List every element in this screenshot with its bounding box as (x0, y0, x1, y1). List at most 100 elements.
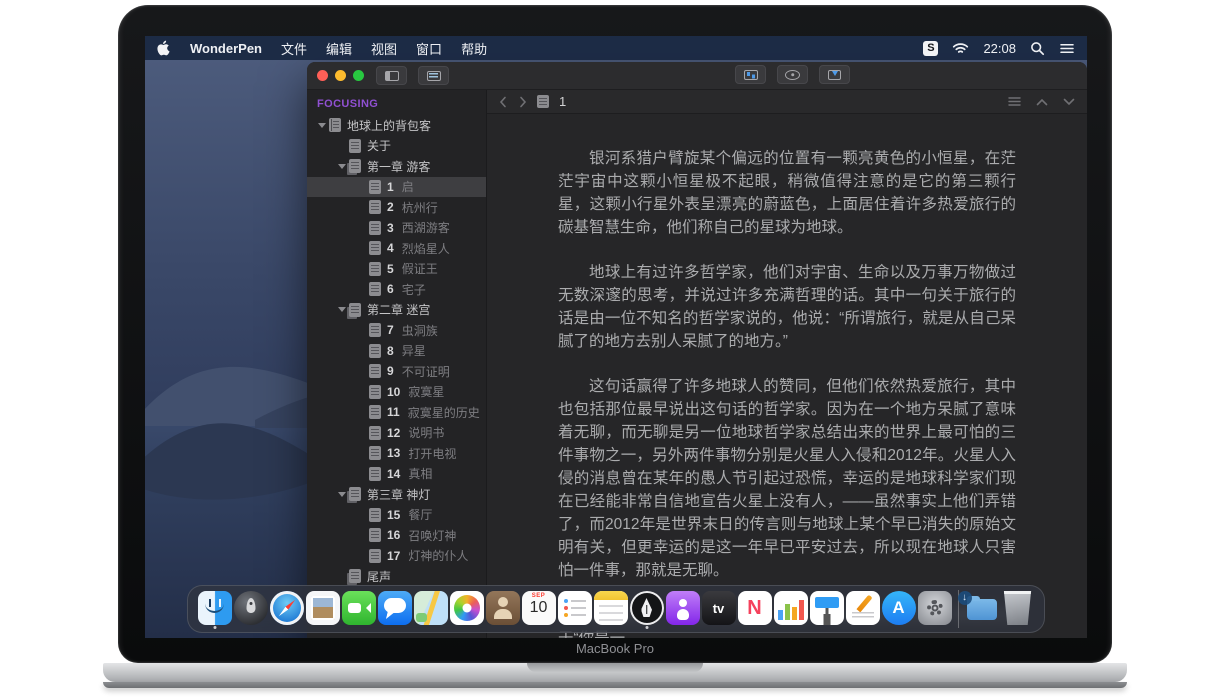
dock-icon-facetime[interactable] (341, 588, 377, 630)
sidebar-item-11[interactable]: 11寂寞星的历史 (307, 402, 486, 423)
sidebar-layout-icon (385, 71, 399, 81)
sidebar-item-16[interactable]: 16召唤灯神 (307, 525, 486, 546)
book-icon (329, 118, 341, 132)
sidebar-item-1[interactable]: 1启 (307, 177, 486, 198)
menu-view[interactable]: 视图 (371, 39, 397, 58)
editor-list-icon[interactable] (1008, 96, 1021, 107)
doc-icon (369, 323, 381, 337)
window-titlebar (307, 62, 1087, 90)
dock-icon-tv[interactable]: tv (701, 588, 737, 630)
snippets-button[interactable] (735, 65, 766, 84)
menubar-clock[interactable]: 22:08 (983, 41, 1016, 56)
dock-icon-news[interactable]: N (737, 588, 773, 630)
item-label: 寂寞星 (408, 383, 444, 400)
notification-list-icon[interactable] (1059, 42, 1075, 55)
minimize-button[interactable] (335, 70, 346, 81)
menubar-app-name[interactable]: WonderPen (190, 41, 262, 56)
sidebar-item[interactable]: 地球上的背包客 (307, 115, 486, 136)
sidebar-item-17[interactable]: 17灯神的仆人 (307, 546, 486, 567)
sidebar-item[interactable]: 第一章 游客 (307, 156, 486, 177)
item-number: 17 (387, 549, 400, 563)
dock-icon-contacts[interactable] (485, 588, 521, 630)
search-icon[interactable] (1030, 41, 1045, 56)
item-number: 3 (387, 221, 394, 235)
dock-icon-wonderpen[interactable] (629, 588, 665, 630)
sidebar-item-7[interactable]: 7虫洞族 (307, 320, 486, 341)
menu-edit[interactable]: 编辑 (326, 39, 352, 58)
back-chevron-icon[interactable] (499, 96, 507, 108)
dock-icon-keynote[interactable] (809, 588, 845, 630)
dock-icon-mail[interactable] (305, 588, 341, 630)
item-label: 杭州行 (402, 199, 438, 216)
menu-help[interactable]: 帮助 (461, 39, 487, 58)
disclosure-triangle-icon[interactable] (335, 488, 349, 501)
dock-icon-numbers[interactable] (773, 588, 809, 630)
export-button[interactable] (819, 65, 850, 84)
dock-icon-downloads[interactable]: ↓ (964, 588, 1000, 630)
dock-icon-maps[interactable] (413, 588, 449, 630)
focus-mode-button[interactable] (777, 65, 808, 84)
next-document-icon[interactable] (1063, 98, 1075, 106)
sidebar-item[interactable]: 第三章 神灯 (307, 484, 486, 505)
item-number: 10 (387, 385, 400, 399)
menu-file[interactable]: 文件 (281, 39, 307, 58)
dock-icon-podcasts[interactable] (665, 588, 701, 630)
sidebar-item-15[interactable]: 15餐厅 (307, 505, 486, 526)
close-button[interactable] (317, 70, 328, 81)
sidebar-item-4[interactable]: 4烈焰星人 (307, 238, 486, 259)
sidebar-item-13[interactable]: 13打开电视 (307, 443, 486, 464)
sidebar-item-5[interactable]: 5假证王 (307, 259, 486, 280)
editor-header: 1 (487, 90, 1087, 114)
dock-icon-calendar[interactable]: SEP10 (521, 588, 557, 630)
item-label: 虫洞族 (402, 322, 438, 339)
menu-window[interactable]: 窗口 (416, 39, 442, 58)
wifi-icon[interactable] (952, 42, 969, 55)
photos-app-icon (450, 591, 484, 625)
item-label: 不可证明 (402, 363, 450, 380)
forward-chevron-icon[interactable] (519, 96, 527, 108)
sidebar-item-14[interactable]: 14真相 (307, 464, 486, 485)
prev-document-icon[interactable] (1036, 98, 1048, 106)
toggle-outline-button[interactable] (418, 66, 449, 85)
zoom-button[interactable] (353, 70, 364, 81)
editor-pane: 1 银河系猎户臂旋某个偏远的位置有一颗亮 (487, 90, 1087, 638)
sidebar-item-8[interactable]: 8异星 (307, 341, 486, 362)
dock-icon-settings[interactable] (917, 588, 953, 630)
proxy-status-icon[interactable]: S (923, 41, 938, 56)
sidebar-item-9[interactable]: 9不可证明 (307, 361, 486, 382)
dock-icon-appstore[interactable]: A (881, 588, 917, 630)
item-number: 6 (387, 282, 394, 296)
trash-app-icon (1001, 591, 1035, 625)
item-label: 打开电视 (408, 445, 456, 462)
disclosure-triangle-icon[interactable] (335, 160, 349, 173)
sidebar-item-12[interactable]: 12说明书 (307, 423, 486, 444)
disclosure-triangle-icon[interactable] (315, 119, 329, 132)
dock-icon-messages[interactable] (377, 588, 413, 630)
macbook-screen-bezel: WonderPen 文件 编辑 视图 窗口 帮助 S 22:08 (118, 5, 1112, 663)
item-label: 西湖游客 (402, 219, 450, 236)
dock-icon-trash[interactable] (1000, 588, 1036, 630)
notes-app-icon (594, 591, 628, 625)
doc-icon (369, 200, 381, 214)
sidebar-item[interactable]: 尾声 (307, 566, 486, 587)
sidebar-item[interactable]: 关于 (307, 136, 486, 157)
apple-menu-icon[interactable] (157, 40, 171, 56)
dock-icon-pages[interactable] (845, 588, 881, 630)
stack-icon (349, 159, 361, 173)
sidebar-tree: 地球上的背包客关于第一章 游客1启2杭州行 3 西湖游客 4烈焰星人5假证王6宅子第二… (307, 115, 486, 587)
sidebar-item-3[interactable]: 3 西湖游客 (307, 218, 486, 239)
dock-icon-reminders[interactable] (557, 588, 593, 630)
dock-icon-photos[interactable] (449, 588, 485, 630)
sidebar-item[interactable]: 第二章 迷宫 (307, 300, 486, 321)
dock-icon-launchpad[interactable] (233, 588, 269, 630)
dock-icon-safari[interactable] (269, 588, 305, 630)
dock-icon-finder[interactable] (197, 588, 233, 630)
toggle-sidebar-button[interactable] (376, 66, 407, 85)
sidebar-item-2[interactable]: 2杭州行 (307, 197, 486, 218)
dock-icon-notes[interactable] (593, 588, 629, 630)
numbers-app-icon (774, 591, 808, 625)
editor-text[interactable]: 银河系猎户臂旋某个偏远的位置有一颗亮黄色的小恒星，在茫茫宇宙中这颗小恒星极不起眼… (487, 114, 1087, 638)
sidebar-item-6[interactable]: 6宅子 (307, 279, 486, 300)
disclosure-triangle-icon[interactable] (335, 303, 349, 316)
sidebar-item-10[interactable]: 10 寂寞星 (307, 382, 486, 403)
